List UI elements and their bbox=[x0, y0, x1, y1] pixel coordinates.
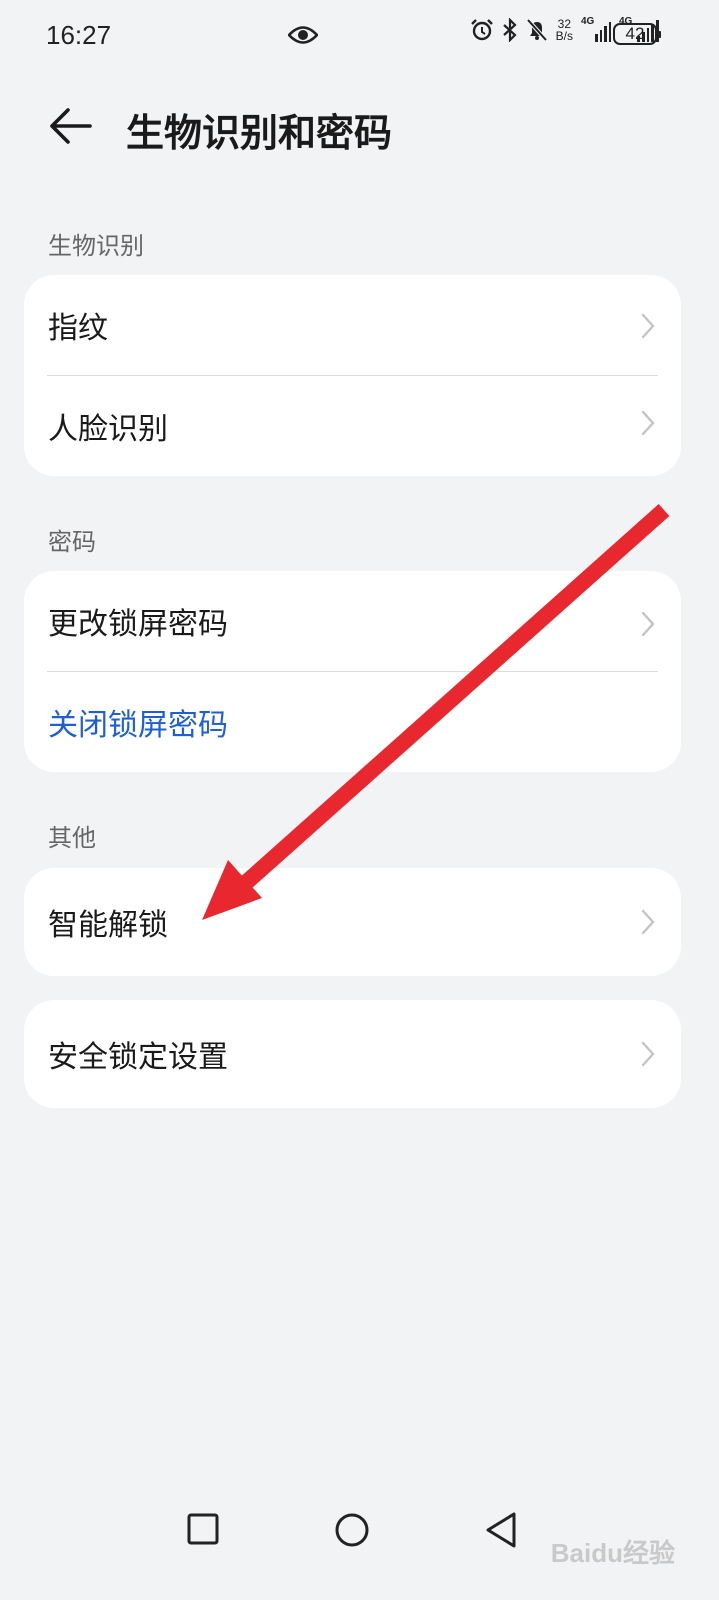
back-icon[interactable] bbox=[482, 1510, 522, 1550]
signal-1-icon: 4G bbox=[581, 16, 611, 42]
section-label-biometrics: 生物识别 bbox=[48, 232, 144, 260]
page-header: 生物识别和密码 bbox=[0, 90, 719, 162]
item-label: 关闭锁屏密码 bbox=[48, 708, 228, 743]
chevron-right-icon bbox=[641, 313, 655, 339]
item-label: 更改锁屏密码 bbox=[48, 607, 228, 642]
other-card: 智能解锁 bbox=[24, 868, 681, 976]
section-label-other: 其他 bbox=[48, 824, 96, 852]
settings-item-fingerprint[interactable]: 指纹 bbox=[24, 275, 681, 375]
status-time: 16:27 bbox=[46, 20, 112, 50]
status-bar: 16:27 32 B/s 4G 4G 42 bbox=[0, 0, 719, 76]
page-title: 生物识别和密码 bbox=[126, 111, 393, 155]
network-speed: 32 B/s bbox=[555, 17, 573, 43]
settings-item-security-lock[interactable]: 安全锁定设置 bbox=[24, 1000, 681, 1108]
bluetooth-icon bbox=[502, 18, 517, 42]
eye-icon bbox=[288, 26, 318, 44]
chevron-right-icon bbox=[641, 611, 655, 637]
mute-bell-icon bbox=[526, 18, 548, 42]
chevron-right-icon bbox=[641, 1041, 655, 1067]
item-label: 安全锁定设置 bbox=[48, 1040, 228, 1075]
security-lock-card: 安全锁定设置 bbox=[24, 1000, 681, 1108]
settings-item-smart-unlock[interactable]: 智能解锁 bbox=[24, 868, 681, 976]
battery-icon: 42 bbox=[613, 23, 661, 45]
baidu-watermark: Baidu经验 bbox=[550, 1538, 675, 1568]
back-arrow-icon[interactable] bbox=[44, 100, 96, 152]
settings-item-disable-lock-password[interactable]: 关闭锁屏密码 bbox=[24, 672, 681, 772]
chevron-right-icon bbox=[641, 909, 655, 935]
biometrics-card: 指纹 人脸识别 bbox=[24, 275, 681, 476]
chevron-right-icon bbox=[641, 410, 655, 436]
item-label: 智能解锁 bbox=[48, 908, 168, 943]
alarm-icon bbox=[470, 19, 493, 41]
recent-apps-icon[interactable] bbox=[184, 1510, 224, 1550]
section-label-password: 密码 bbox=[48, 528, 96, 556]
item-label: 人脸识别 bbox=[48, 412, 168, 447]
settings-item-face-recognition[interactable]: 人脸识别 bbox=[24, 376, 681, 476]
settings-item-change-lock-password[interactable]: 更改锁屏密码 bbox=[24, 571, 681, 671]
password-card: 更改锁屏密码 关闭锁屏密码 bbox=[24, 571, 681, 772]
home-icon[interactable] bbox=[332, 1510, 372, 1550]
item-label: 指纹 bbox=[48, 311, 108, 346]
